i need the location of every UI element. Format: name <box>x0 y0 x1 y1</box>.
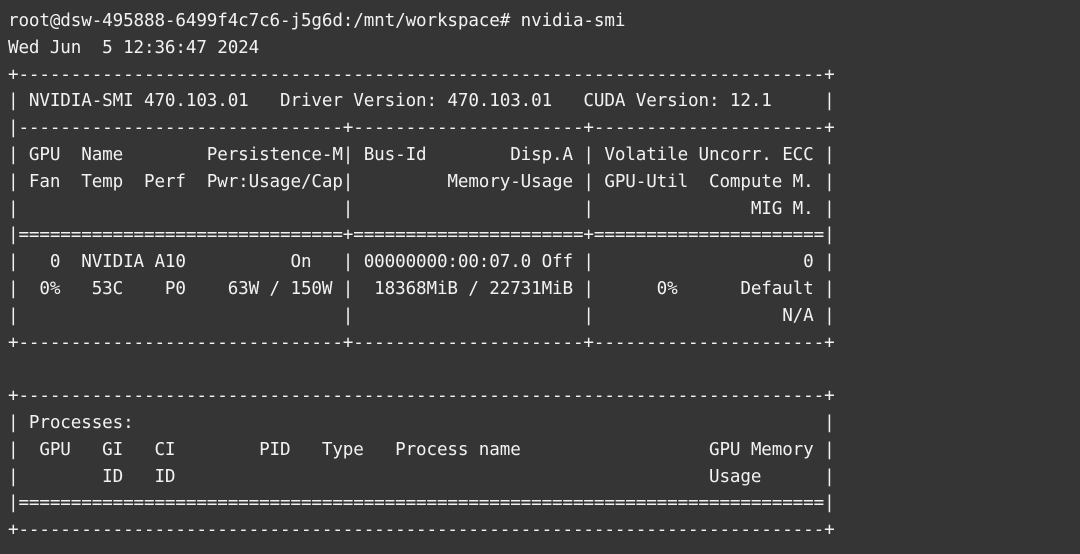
smi-header-row-3: | | | MIG M. | <box>8 198 835 219</box>
terminal-screen: root@dsw-495888-6499f4c7c6-j5g6d:/mnt/wo… <box>8 8 1072 544</box>
processes-border-bottom: +---------------------------------------… <box>8 520 835 541</box>
processes-border-top: +---------------------------------------… <box>8 386 835 407</box>
processes-header-double-separator: |=======================================… <box>8 493 835 514</box>
date-line: Wed Jun 5 12:36:47 2024 <box>8 37 260 58</box>
smi-gpu-row-3: | | | N/A | <box>8 305 835 326</box>
smi-header-row-1: | GPU Name Persistence-M| Bus-Id Disp.A … <box>8 144 835 165</box>
smi-header-separator: |-------------------------------+-------… <box>8 118 835 139</box>
smi-border-top: +---------------------------------------… <box>8 64 835 85</box>
smi-header-row-2: | Fan Temp Perf Pwr:Usage/Cap| Memory-Us… <box>8 171 835 192</box>
processes-title-line: | Processes: | <box>8 412 835 433</box>
processes-header-row-2: | ID ID Usage | <box>8 466 835 487</box>
terminal-window[interactable]: root@dsw-495888-6499f4c7c6-j5g6d:/mnt/wo… <box>0 0 1080 554</box>
smi-header-double-separator: |===============================+=======… <box>8 225 835 246</box>
smi-gpu-row-1: | 0 NVIDIA A10 On | 00000000:00:07.0 Off… <box>8 252 835 273</box>
smi-title-line: | NVIDIA-SMI 470.103.01 Driver Version: … <box>8 91 835 112</box>
smi-gpu-row-2: | 0% 53C P0 63W / 150W | 18368MiB / 2273… <box>8 278 835 299</box>
processes-header-row-1: | GPU GI CI PID Type Process name GPU Me… <box>8 439 835 460</box>
smi-border-bottom: +-------------------------------+-------… <box>8 332 835 353</box>
shell-prompt-line: root@dsw-495888-6499f4c7c6-j5g6d:/mnt/wo… <box>8 11 626 31</box>
